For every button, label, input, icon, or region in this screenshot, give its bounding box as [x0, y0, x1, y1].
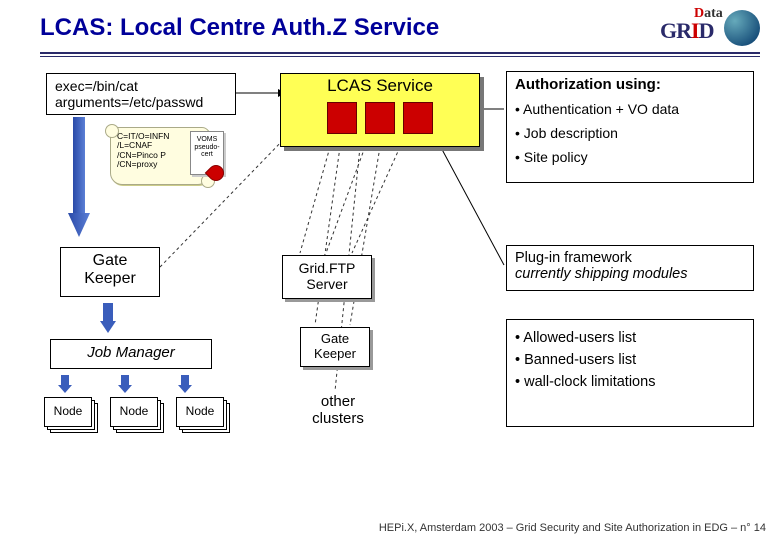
gk2-line: Gate: [309, 331, 361, 346]
node-row: Node Node Node: [44, 397, 230, 433]
node-stack: Node: [110, 397, 164, 433]
remote-gatekeeper-box: Gate Keeper: [300, 327, 370, 367]
other-line: clusters: [298, 410, 378, 427]
gridftp-box: Grid.FTP Server: [282, 255, 372, 299]
lcas-modules: [289, 102, 471, 134]
arguments-line: arguments=/etc/passwd: [55, 94, 227, 110]
node-stack: Node: [44, 397, 98, 433]
authorization-box: Authorization using: • Authentication + …: [506, 71, 754, 183]
gk2-line: Keeper: [309, 346, 361, 361]
voms-line: cert: [191, 151, 223, 159]
globe-icon: [724, 10, 760, 46]
arrow-down-icon: [100, 303, 116, 333]
gatekeeper-box: Gate Keeper: [60, 247, 160, 297]
arrow-down-icon: [178, 375, 192, 393]
other-line: other: [298, 393, 378, 410]
exec-line: exec=/bin/cat: [55, 78, 227, 94]
lcas-module: [365, 102, 395, 134]
gatekeeper-line: Keeper: [69, 270, 151, 288]
modules-list-box: • Allowed-users list • Banned-users list…: [506, 319, 754, 427]
auth-bullet: • Authentication + VO data: [515, 101, 745, 117]
plugin-line-italic: currently shipping modules: [515, 266, 745, 282]
plugin-framework-box: Plug-in framework currently shipping mod…: [506, 245, 754, 291]
auth-bullet: • Site policy: [515, 149, 745, 165]
node-stack: Node: [176, 397, 230, 433]
module-bullet: • wall-clock limitations: [515, 374, 745, 390]
node-card: Node: [110, 397, 158, 427]
arrow-down-icon: [68, 117, 90, 237]
node-card: Node: [44, 397, 92, 427]
gridftp-line: Grid.FTP: [291, 260, 363, 276]
module-bullet: • Allowed-users list: [515, 330, 745, 346]
plugin-line: Plug-in framework: [515, 250, 745, 266]
auth-bullet: • Job description: [515, 125, 745, 141]
other-clusters-label: other clusters: [298, 393, 378, 427]
slide-title: LCAS: Local Centre Auth.Z Service: [40, 14, 660, 42]
arrow-down-icon: [118, 375, 132, 393]
slide-footer: HEPi.X, Amsterdam 2003 – Grid Security a…: [379, 522, 766, 534]
lcas-module: [403, 102, 433, 134]
logo-bottom: GRID: [660, 18, 713, 44]
arrow-down-icon: [58, 375, 72, 393]
job-manager-box: Job Manager: [50, 339, 212, 369]
job-description-box: exec=/bin/cat arguments=/etc/passwd: [46, 73, 236, 115]
auth-heading: Authorization using:: [515, 76, 745, 93]
datagrid-logo: Data GRID: [660, 8, 760, 48]
lcas-service-box: LCAS Service: [280, 73, 480, 147]
gatekeeper-line: Gate: [69, 252, 151, 270]
gridftp-line: Server: [291, 276, 363, 292]
module-bullet: • Banned-users list: [515, 352, 745, 368]
node-card: Node: [176, 397, 224, 427]
divider: [40, 52, 760, 54]
voms-line: VOMS: [191, 136, 223, 144]
voms-line: pseudo-: [191, 144, 223, 152]
lcas-label: LCAS Service: [289, 76, 471, 96]
lcas-module: [327, 102, 357, 134]
diagram-stage: exec=/bin/cat arguments=/etc/passwd C=IT…: [0, 67, 780, 507]
divider-thin: [40, 56, 760, 57]
